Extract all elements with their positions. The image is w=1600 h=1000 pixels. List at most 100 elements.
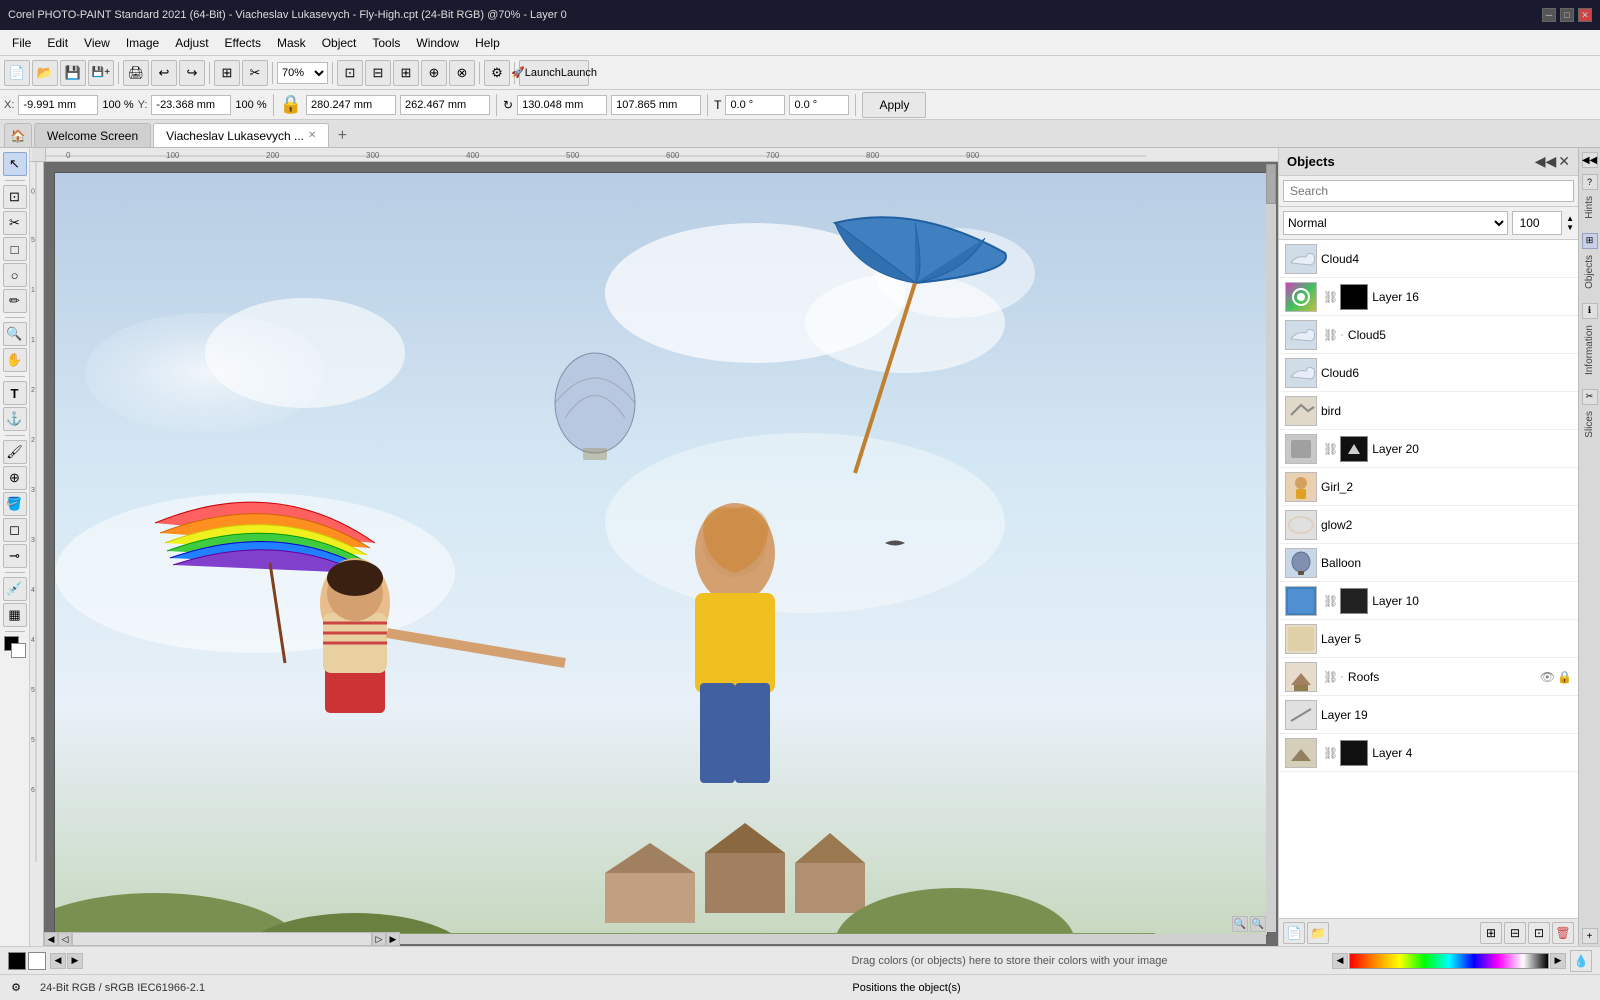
mask-circle-tool[interactable]: ○ bbox=[3, 263, 27, 287]
layer-balloon[interactable]: Balloon bbox=[1279, 544, 1578, 582]
blend-mode-select[interactable]: Normal Multiply Screen Overlay bbox=[1283, 211, 1508, 235]
layer-layer4[interactable]: ⛓ Layer 4 bbox=[1279, 734, 1578, 772]
brush-tool[interactable]: 🖌 bbox=[3, 440, 27, 464]
apply-button[interactable]: Apply bbox=[862, 92, 926, 118]
zoom-in-btn[interactable]: 🔍 bbox=[1232, 916, 1248, 932]
scroll-right-btn[interactable]: ▶ bbox=[386, 932, 400, 946]
fill-tool[interactable]: 🪣 bbox=[3, 492, 27, 516]
menu-mask[interactable]: Mask bbox=[269, 34, 314, 52]
color-boxes[interactable] bbox=[4, 636, 26, 658]
angle1-input[interactable] bbox=[725, 95, 785, 115]
layer-layer10[interactable]: ⛓ Layer 10 bbox=[1279, 582, 1578, 620]
layer-effects-btn[interactable]: ⊞ bbox=[1480, 922, 1502, 944]
layer-cloud5[interactable]: ⛓ · Cloud5 bbox=[1279, 316, 1578, 354]
eraser-tool[interactable]: ◻ bbox=[3, 518, 27, 542]
swatch-right-btn[interactable]: ▶ bbox=[1550, 953, 1566, 969]
maximize-btn[interactable]: □ bbox=[1560, 8, 1574, 22]
mask-freehand-tool[interactable]: ✏ bbox=[3, 289, 27, 313]
view3-btn[interactable]: ⊞ bbox=[393, 60, 419, 86]
foreground-color[interactable] bbox=[8, 952, 26, 970]
text-tool[interactable]: T bbox=[3, 381, 27, 405]
clone-tool[interactable]: ⊕ bbox=[3, 466, 27, 490]
layer-bird[interactable]: bird bbox=[1279, 392, 1578, 430]
tab-document[interactable]: Viacheslav Lukasevych ... ✕ bbox=[153, 123, 329, 147]
undo-btn[interactable]: ↩ bbox=[151, 60, 177, 86]
slices-tab[interactable]: Slices bbox=[1582, 407, 1597, 442]
minimize-btn[interactable]: ─ bbox=[1542, 8, 1556, 22]
layer-cloud6[interactable]: Cloud6 bbox=[1279, 354, 1578, 392]
select-tool[interactable]: ↖ bbox=[3, 152, 27, 176]
new-tab-button[interactable]: + bbox=[331, 125, 353, 147]
menu-help[interactable]: Help bbox=[467, 34, 508, 52]
layer-roofs[interactable]: ⛓ · Roofs 👁 🔒 bbox=[1279, 658, 1578, 696]
angle2-input[interactable] bbox=[789, 95, 849, 115]
gradient-tool[interactable]: ▦ bbox=[3, 603, 27, 627]
opacity-input[interactable] bbox=[1512, 211, 1562, 235]
pan-tool[interactable]: ✋ bbox=[3, 348, 27, 372]
objects-side-tab[interactable]: Objects bbox=[1582, 251, 1597, 293]
new-group-btn[interactable]: 📁 bbox=[1307, 922, 1329, 944]
heal-tool[interactable]: ⊸ bbox=[3, 544, 27, 568]
color-swatches[interactable] bbox=[1349, 953, 1549, 969]
eyedropper-tool[interactable]: 💉 bbox=[3, 577, 27, 601]
page-prev-btn[interactable]: ◁ bbox=[58, 932, 72, 946]
path-tool[interactable]: ⚓ bbox=[3, 407, 27, 431]
menu-effects[interactable]: Effects bbox=[217, 34, 269, 52]
swatch-left-btn[interactable]: ◀ bbox=[1332, 953, 1348, 969]
layer-girl2[interactable]: Girl_2 bbox=[1279, 468, 1578, 506]
objects-tab-icon[interactable]: ⊞ bbox=[1582, 233, 1598, 249]
page-next-btn[interactable]: ▷ bbox=[372, 932, 386, 946]
mask-rect-tool[interactable]: □ bbox=[3, 237, 27, 261]
h-input[interactable] bbox=[400, 95, 490, 115]
coord2-input[interactable] bbox=[611, 95, 701, 115]
layer-lock-roofs[interactable]: 🔒 bbox=[1557, 670, 1572, 684]
slices-tab-icon[interactable]: ✂ bbox=[1582, 389, 1598, 405]
search-input[interactable] bbox=[1283, 180, 1574, 202]
w-input[interactable] bbox=[306, 95, 396, 115]
y-input[interactable] bbox=[151, 95, 231, 115]
menu-view[interactable]: View bbox=[76, 34, 118, 52]
menu-file[interactable]: File bbox=[4, 34, 39, 52]
view5-btn[interactable]: ⊗ bbox=[449, 60, 475, 86]
vscroll[interactable] bbox=[1266, 164, 1276, 932]
transform-tool[interactable]: ⊡ bbox=[3, 185, 27, 209]
opacity-spinner[interactable]: ▲ ▼ bbox=[1566, 214, 1574, 232]
hints-tab-icon[interactable]: ? bbox=[1582, 174, 1598, 190]
save-as-btn[interactable]: 💾+ bbox=[88, 60, 114, 86]
hints-tab[interactable]: Hints bbox=[1582, 192, 1597, 223]
nav-prev-btn[interactable]: ◀ bbox=[50, 953, 66, 969]
hscroll-track[interactable] bbox=[72, 932, 372, 946]
layer-layer16[interactable]: ⛓ Layer 16 bbox=[1279, 278, 1578, 316]
save-btn[interactable]: 💾 bbox=[60, 60, 86, 86]
redo-btn[interactable]: ↪ bbox=[179, 60, 205, 86]
zoom-select[interactable]: 70% 100% 50% bbox=[277, 62, 328, 84]
launch-btn[interactable]: 🚀 LaunchLaunch bbox=[519, 60, 589, 86]
close-btn[interactable]: ✕ bbox=[1578, 8, 1592, 22]
settings-btn[interactable]: ⚙ bbox=[484, 60, 510, 86]
layer-mask-btn[interactable]: ⊟ bbox=[1504, 922, 1526, 944]
background-color[interactable] bbox=[28, 952, 46, 970]
crop-btn[interactable]: ✂ bbox=[242, 60, 268, 86]
transform-btn[interactable]: ⊞ bbox=[214, 60, 240, 86]
menu-edit[interactable]: Edit bbox=[39, 34, 76, 52]
new-layer-btn[interactable]: 📄 bbox=[1283, 922, 1305, 944]
view1-btn[interactable]: ⊡ bbox=[337, 60, 363, 86]
menu-object[interactable]: Object bbox=[314, 34, 365, 52]
x-input[interactable] bbox=[18, 95, 98, 115]
print-btn[interactable]: 🖨 bbox=[123, 60, 149, 86]
layer-layer5[interactable]: Layer 5 bbox=[1279, 620, 1578, 658]
panel-expand-icon[interactable]: ◀◀ bbox=[1582, 152, 1598, 168]
layer-clip-btn[interactable]: ⊡ bbox=[1528, 922, 1550, 944]
crop-tool[interactable]: ✂ bbox=[3, 211, 27, 235]
view2-btn[interactable]: ⊟ bbox=[365, 60, 391, 86]
zoom-out-btn[interactable]: 🔍 bbox=[1250, 916, 1266, 932]
panel-close-btn[interactable]: ✕ bbox=[1558, 153, 1570, 170]
panel-expand-btn[interactable]: ◀◀ bbox=[1535, 153, 1557, 170]
eyedropper-btn[interactable]: 💧 bbox=[1570, 950, 1592, 972]
scroll-left-btn[interactable]: ◀ bbox=[44, 932, 58, 946]
nav-fwd-btn[interactable]: ▶ bbox=[67, 953, 83, 969]
add-panel-btn[interactable]: + bbox=[1582, 928, 1598, 944]
open-btn[interactable]: 📂 bbox=[32, 60, 58, 86]
menu-image[interactable]: Image bbox=[118, 34, 167, 52]
layer-layer20[interactable]: ⛓ Layer 20 bbox=[1279, 430, 1578, 468]
